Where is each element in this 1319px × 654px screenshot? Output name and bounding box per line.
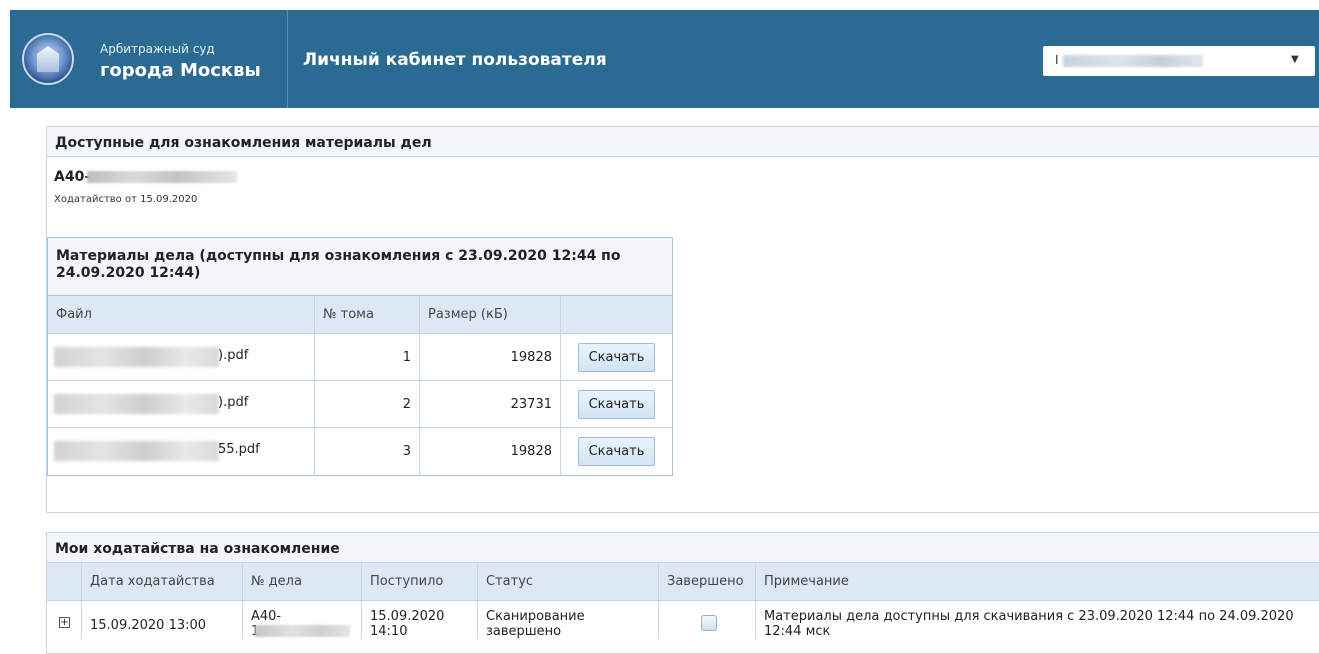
- size-cell: 19828: [420, 428, 561, 475]
- col-action: [561, 296, 672, 333]
- materials-header-row: Файл № тома Размер (кБ): [48, 296, 672, 334]
- top-header: Арбитражный суд города Москвы Личный каб…: [10, 10, 1319, 108]
- col-status: Статус: [478, 563, 659, 600]
- materials-title: Материалы дела (доступны для ознакомлени…: [48, 238, 672, 296]
- file-name: ).pdf: [218, 395, 249, 410]
- volume-cell: 2: [315, 381, 420, 427]
- petitions-header-row: Дата ходатайства № дела Поступило Статус…: [47, 563, 1319, 601]
- volume-cell: 3: [315, 428, 420, 475]
- user-name-redacted: [1063, 55, 1203, 67]
- case-number-cell: А40- 1: [243, 601, 362, 639]
- action-cell: Скачать: [561, 428, 672, 475]
- court-name-line2: города Москвы: [100, 60, 261, 81]
- note-cell: Материалы дела доступны для скачивания с…: [764, 609, 1294, 639]
- download-button[interactable]: Скачать: [577, 389, 656, 419]
- col-received: Поступило: [362, 563, 478, 600]
- completed-cell: [659, 601, 756, 639]
- petition-date: 15.09.2020 13:00: [82, 601, 243, 639]
- size-cell: 19828: [420, 334, 561, 380]
- action-cell: Скачать: [561, 334, 672, 380]
- case-number-redacted: [255, 625, 350, 637]
- expand-cell: +: [47, 601, 82, 639]
- file-name-redacted: [54, 347, 219, 367]
- file-cell: ).pdf: [48, 381, 315, 427]
- my-petitions-panel: Мои ходатайства на ознакомление Дата ход…: [46, 532, 1319, 654]
- volume-cell: 1: [315, 334, 420, 380]
- file-name-redacted: [54, 394, 219, 414]
- court-name-line1: Арбитражный суд: [100, 42, 215, 56]
- col-file: Файл: [48, 296, 315, 333]
- court-logo-area[interactable]: Арбитражный суд города Москвы: [10, 10, 288, 108]
- completed-checkbox[interactable]: [701, 615, 717, 631]
- file-cell: 55.pdf: [48, 428, 315, 475]
- status-cell: Сканирование завершено: [478, 601, 659, 639]
- file-name-redacted: [54, 441, 219, 461]
- table-row: ).pdf 2 23731 Скачать: [48, 381, 672, 428]
- file-name: ).pdf: [218, 348, 249, 363]
- table-row: + 15.09.2020 13:00 А40- 1 15.09.2020 14:…: [47, 601, 1319, 639]
- col-petition-date: Дата ходатайства: [82, 563, 243, 600]
- file-name: 55.pdf: [218, 442, 260, 457]
- col-completed: Завершено: [659, 563, 756, 600]
- table-row: 55.pdf 3 19828 Скачать: [48, 428, 672, 475]
- my-petitions-title: Мои ходатайства на ознакомление: [47, 533, 1319, 563]
- case-number-prefix: А40-: [251, 609, 282, 624]
- user-name: I: [1055, 53, 1059, 67]
- col-size: Размер (кБ): [420, 296, 561, 333]
- size-cell: 23731: [420, 381, 561, 427]
- case-number: А40-: [54, 169, 91, 185]
- page-title: Личный кабинет пользователя: [303, 50, 607, 70]
- petition-note: Ходатайство от 15.09.2020: [54, 194, 198, 205]
- user-dropdown[interactable]: I ▼: [1043, 46, 1315, 76]
- chevron-down-icon[interactable]: ▼: [1291, 54, 1299, 65]
- expand-plus-icon[interactable]: +: [59, 617, 70, 628]
- col-case-number: № дела: [243, 563, 362, 600]
- materials-table: Материалы дела (доступны для ознакомлени…: [47, 237, 673, 476]
- case-number-redacted: [87, 171, 237, 183]
- col-volume: № тома: [315, 296, 420, 333]
- download-button[interactable]: Скачать: [577, 437, 656, 466]
- file-cell: ).pdf: [48, 334, 315, 380]
- available-materials-title: Доступные для ознакомления материалы дел: [47, 127, 1319, 157]
- received-date: 15.09.2020 14:10: [362, 601, 478, 639]
- court-emblem-icon: [22, 33, 74, 85]
- available-materials-panel: Доступные для ознакомления материалы дел…: [46, 126, 1319, 513]
- action-cell: Скачать: [561, 381, 672, 427]
- col-expand: [47, 563, 82, 600]
- table-row: ).pdf 1 19828 Скачать: [48, 334, 672, 381]
- download-button[interactable]: Скачать: [577, 342, 656, 372]
- col-note: Примечание: [764, 574, 849, 589]
